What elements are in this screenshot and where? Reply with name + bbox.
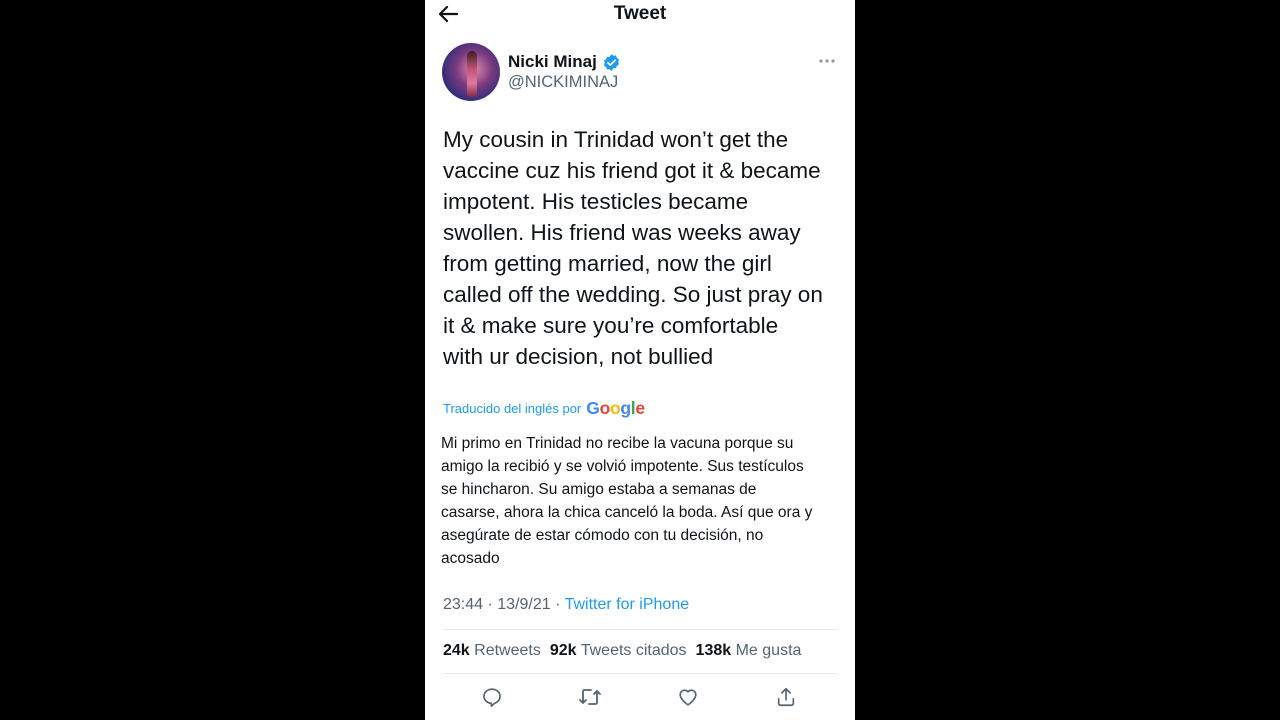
translation-label: Traducido del inglés por: [443, 401, 582, 416]
tweet-time[interactable]: 23:44: [443, 596, 483, 613]
tweet-meta: 23:44 · 13/9/21 · Twitter for iPhone: [443, 596, 689, 614]
reply-button[interactable]: [477, 683, 507, 711]
retweet-button[interactable]: [575, 683, 605, 711]
translation-attribution[interactable]: Traducido del inglés por Google: [443, 398, 645, 419]
like-button[interactable]: [673, 683, 703, 711]
google-logo: Google: [586, 398, 645, 418]
engagement-stats: 24k Retweets 92k Tweets citados 138k Me …: [443, 642, 810, 660]
share-icon: [777, 687, 795, 707]
top-bar: Tweet: [425, 0, 855, 30]
tweet-date[interactable]: 13/9/21: [497, 596, 550, 613]
avatar[interactable]: [442, 43, 500, 101]
tweet-screen: Tweet Nicki Minaj @NICKIMINAJ My cousin …: [425, 0, 855, 720]
more-button[interactable]: [817, 53, 837, 69]
translated-text: Mi primo en Trinidad no recibe la vacuna…: [441, 435, 813, 567]
page-title: Tweet: [613, 3, 667, 24]
tweet-source-link[interactable]: Twitter for iPhone: [565, 596, 690, 613]
meta-separator: ·: [555, 596, 561, 613]
more-horizontal-icon: [819, 59, 835, 63]
author-handle[interactable]: @NICKIMINAJ: [508, 73, 618, 92]
retweet-icon: [579, 689, 601, 705]
share-button[interactable]: [771, 683, 801, 711]
divider: [443, 629, 838, 630]
verified-badge-icon: [602, 53, 621, 72]
reply-icon: [483, 688, 501, 707]
tweet-text: My cousin in Trinidad won’t get the vacc…: [443, 127, 823, 369]
quote-tweets-stat[interactable]: 92k Tweets citados: [550, 642, 687, 660]
likes-stat[interactable]: 138k Me gusta: [696, 642, 802, 660]
action-bar: [425, 683, 855, 713]
meta-separator: ·: [487, 596, 493, 613]
author-name-row: Nicki Minaj: [508, 52, 621, 72]
author-name[interactable]: Nicki Minaj: [508, 52, 597, 72]
retweets-stat[interactable]: 24k Retweets: [443, 642, 541, 660]
divider: [443, 673, 838, 674]
like-icon: [679, 689, 697, 706]
